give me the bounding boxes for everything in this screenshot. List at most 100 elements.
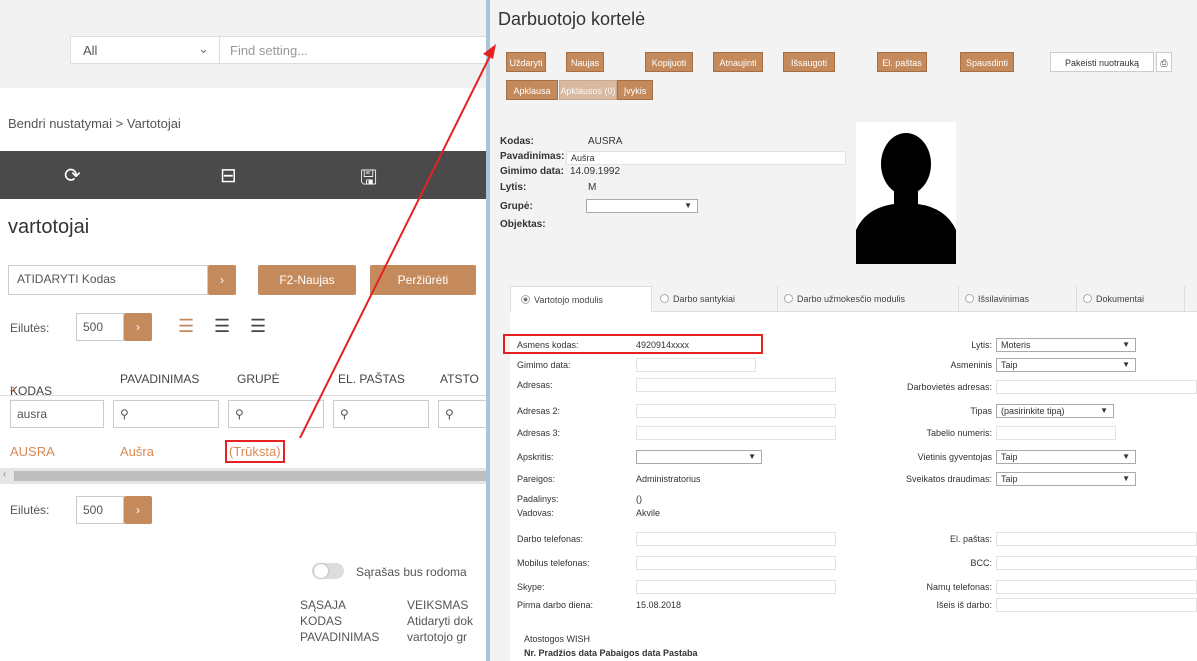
tab-employment[interactable]: Darbo santykiai bbox=[654, 286, 778, 312]
save-icon[interactable]: 🖫 bbox=[360, 163, 377, 197]
horizontal-scrollbar[interactable]: ‹ bbox=[0, 468, 487, 484]
type-select[interactable]: (pasirinkite tipą) ▼ bbox=[996, 404, 1114, 418]
col-pavadinimas[interactable]: PAVADINIMAS bbox=[120, 372, 199, 386]
page-title: vartotojai bbox=[8, 216, 90, 238]
home-phone-input[interactable] bbox=[996, 580, 1197, 594]
open-code-input[interactable]: ATIDARYTI Kodas bbox=[8, 265, 208, 295]
employee-photo bbox=[856, 122, 956, 264]
position-value: Administratorius bbox=[636, 474, 701, 484]
surveys-count-button[interactable]: Apklausos (0) bbox=[559, 80, 617, 100]
event-button[interactable]: Įvykis bbox=[617, 80, 653, 100]
cell-grupe[interactable]: (Trūksta) bbox=[225, 440, 285, 463]
sex-select[interactable]: Moteris ▼ bbox=[996, 338, 1136, 352]
type-label: Tipas bbox=[970, 406, 992, 416]
filter-pavadinimas[interactable]: ⚲ bbox=[113, 400, 219, 428]
bcc-input[interactable] bbox=[996, 556, 1197, 570]
table-row[interactable]: AUSRA Aušra (Trūksta) bbox=[0, 436, 487, 466]
refresh-button[interactable]: Atnaujinti bbox=[713, 52, 763, 72]
radio-icon bbox=[965, 294, 974, 303]
action-col-2: Atidaryti dok bbox=[407, 614, 474, 628]
scope-select[interactable]: All ⌄ bbox=[70, 36, 220, 64]
personal-flag-select[interactable]: Taip ▼ bbox=[996, 358, 1136, 372]
close-button[interactable]: Uždaryti bbox=[506, 52, 546, 72]
address3-input[interactable] bbox=[636, 426, 836, 440]
health-insurance-select[interactable]: Taip ▼ bbox=[996, 472, 1136, 486]
group-select[interactable]: ▼ bbox=[586, 199, 698, 213]
email-input[interactable] bbox=[996, 532, 1197, 546]
manager-label: Vadovas: bbox=[517, 508, 554, 518]
birthdate-value: 14.09.1992 bbox=[570, 166, 621, 177]
new-button[interactable]: Naujas bbox=[566, 52, 604, 72]
f2-new-button[interactable]: F2-Naujas bbox=[258, 265, 356, 295]
layout-wide-icon[interactable]: ☰ bbox=[178, 316, 194, 337]
dropdown-icon: ▼ bbox=[1122, 452, 1130, 461]
layout-compact-icon[interactable]: ☰ bbox=[250, 316, 266, 337]
address-input[interactable] bbox=[636, 378, 836, 392]
tab-label: Vartotojo modulis bbox=[534, 295, 603, 305]
change-photo-button[interactable]: Pakeisti nuotrauką bbox=[1050, 52, 1154, 72]
tab-documents[interactable]: Dokumentai bbox=[1077, 286, 1185, 312]
sex-label: Lytis: bbox=[971, 340, 992, 350]
silhouette-image bbox=[856, 133, 956, 264]
name-input[interactable]: Aušra bbox=[566, 151, 846, 165]
user-module-form: Asmens kodas: 4920914xxxx Gimimo data: A… bbox=[510, 312, 1197, 661]
survey-button[interactable]: Apklausa bbox=[506, 80, 558, 100]
dropdown-icon: ▼ bbox=[1122, 474, 1130, 483]
skype-input[interactable] bbox=[636, 580, 836, 594]
department-label: Padalinys: bbox=[517, 494, 559, 504]
col-el-pastas[interactable]: EL. PAŠTAS bbox=[338, 372, 405, 386]
tab-education[interactable]: Išsilavinimas bbox=[959, 286, 1077, 312]
name-label: Pavadinimas: bbox=[500, 151, 565, 162]
layout-medium-icon[interactable]: ☰ bbox=[214, 316, 230, 337]
filter-atstovas[interactable]: ⚲ bbox=[438, 400, 487, 428]
type-value: (pasirinkite tipą) bbox=[1001, 406, 1065, 416]
tab-label: Išsilavinimas bbox=[978, 294, 1030, 304]
resident-select[interactable]: Taip ▼ bbox=[996, 450, 1136, 464]
filter-grupe[interactable]: ⚲ bbox=[228, 400, 324, 428]
work-phone-input[interactable] bbox=[636, 532, 836, 546]
email-button[interactable]: El. paštas bbox=[877, 52, 927, 72]
workplace-address-label: Darbovietės adresas: bbox=[906, 382, 992, 392]
col-atstovas[interactable]: ATSTO bbox=[440, 372, 479, 386]
manager-value: Akvile bbox=[636, 508, 661, 518]
radio-icon bbox=[1083, 294, 1092, 303]
radio-icon bbox=[521, 295, 530, 304]
copy-button[interactable]: Kopijuoti bbox=[645, 52, 693, 72]
module-tabs: Vartotojo modulis Darbo santykiai Darbo … bbox=[510, 286, 1197, 312]
cell-pavadinimas[interactable]: Aušra bbox=[120, 444, 154, 459]
address2-input[interactable] bbox=[636, 404, 836, 418]
save-button[interactable]: Išsaugoti bbox=[783, 52, 835, 72]
group-label: Grupė: bbox=[500, 201, 533, 212]
dropdown-icon: ▼ bbox=[1100, 406, 1108, 415]
tab-user-module[interactable]: Vartotojo modulis bbox=[510, 286, 652, 312]
radio-icon bbox=[784, 294, 793, 303]
collapse-icon[interactable]: ⊟ bbox=[220, 163, 237, 188]
tab-label: Darbo santykiai bbox=[673, 294, 736, 304]
col-grupe[interactable]: GRUPĖ bbox=[237, 372, 280, 386]
timesheet-number-input[interactable] bbox=[996, 426, 1116, 440]
search-input[interactable]: Find setting... bbox=[220, 36, 487, 64]
rows-go-button[interactable]: › bbox=[124, 313, 152, 341]
filter-kodas[interactable]: ausra bbox=[10, 400, 104, 428]
rows-go-button-bottom[interactable]: › bbox=[124, 496, 152, 524]
county-select[interactable]: ▼ bbox=[636, 450, 762, 464]
open-go-button[interactable]: › bbox=[208, 265, 236, 295]
rows-input[interactable]: 500 bbox=[76, 313, 124, 341]
refresh-icon[interactable]: ⟳ bbox=[64, 163, 81, 188]
scrollbar-thumb[interactable] bbox=[14, 471, 487, 481]
workplace-address-input[interactable] bbox=[996, 380, 1197, 394]
cell-kodas[interactable]: AUSRA bbox=[10, 444, 55, 459]
rows-input-bottom[interactable]: 500 bbox=[76, 496, 124, 524]
attachment-icon[interactable]: ⎙ bbox=[1156, 52, 1172, 72]
print-button[interactable]: Spausdinti bbox=[960, 52, 1014, 72]
iface-col-1: SĄSAJA bbox=[300, 598, 347, 612]
view-button[interactable]: Peržiūrėti bbox=[370, 265, 476, 295]
list-toggle[interactable] bbox=[312, 563, 344, 579]
birthdate-input[interactable] bbox=[636, 358, 756, 372]
tab-payroll[interactable]: Darbo užmokesčio modulis bbox=[778, 286, 959, 312]
scroll-left-icon[interactable]: ‹ bbox=[3, 469, 6, 480]
mobile-phone-input[interactable] bbox=[636, 556, 836, 570]
leaves-work-input[interactable] bbox=[996, 598, 1197, 612]
filter-el-pastas[interactable]: ⚲ bbox=[333, 400, 429, 428]
mobile-phone-label: Mobilus telefonas: bbox=[517, 558, 590, 568]
